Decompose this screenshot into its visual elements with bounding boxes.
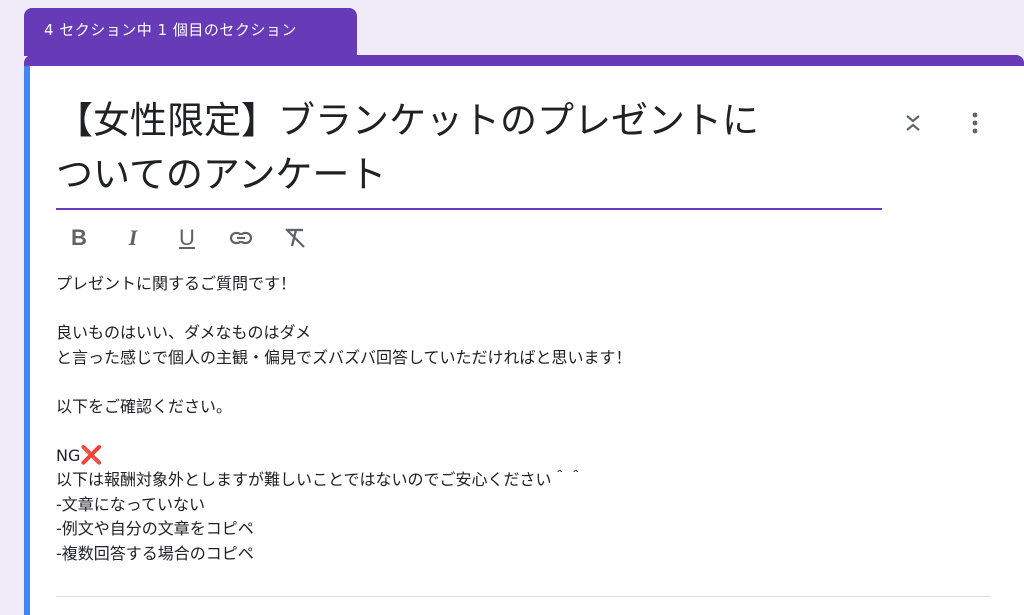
bold-button[interactable]: B [64, 223, 94, 253]
description-line: -文章になっていない [56, 494, 205, 514]
formatting-toolbar: B I U [64, 220, 310, 256]
form-title-text[interactable]: 【女性限定】ブランケットのプレゼントに ついてのアンケート [56, 94, 882, 202]
description-line: 以下をご確認ください。 [56, 396, 233, 416]
form-title-field[interactable]: 【女性限定】ブランケットのプレゼントに ついてのアンケート [56, 94, 882, 210]
underline-button[interactable]: U [172, 223, 202, 253]
more-vert-icon[interactable] [962, 110, 988, 136]
form-description[interactable]: プレゼントに関するご質問です！ 良いものはいい、ダメなものはダメ と言った感じで… [56, 272, 986, 566]
description-line: 以下は報酬対象外としますが難しいことではないのでご安心ください＾＾ [56, 470, 584, 489]
clear-format-icon [285, 228, 305, 248]
collapse-icon[interactable] [900, 110, 926, 136]
ng-label: NG [56, 445, 81, 465]
description-line: -例文や自分の文章をコピペ [56, 519, 254, 538]
active-focus-bar [24, 66, 30, 615]
description-divider [56, 596, 991, 597]
description-line: プレゼントに関するご質問です！ [56, 274, 297, 293]
description-line: -複数回答する場合のコピペ [56, 543, 254, 563]
section-indicator-tab: 4 セクション中 1 個目のセクション [24, 8, 357, 56]
section-indicator-label: 4 セクション中 1 個目のセクション [44, 21, 297, 39]
clear-format-button[interactable] [280, 223, 310, 253]
link-button[interactable] [226, 223, 256, 253]
section-header-card[interactable]: 【女性限定】ブランケットのプレゼントに ついてのアンケート B I U プレゼン… [24, 55, 1024, 615]
description-line: 良いものはいい、ダメなものはダメ [56, 323, 312, 342]
link-icon [229, 231, 253, 245]
description-line: と言った感じで個人の主観・偏見でズバズバ回答していただければと思います！ [56, 347, 632, 367]
description-line: NG❌ [56, 444, 986, 469]
italic-button[interactable]: I [118, 223, 148, 253]
cross-mark-icon: ❌ [80, 444, 103, 466]
